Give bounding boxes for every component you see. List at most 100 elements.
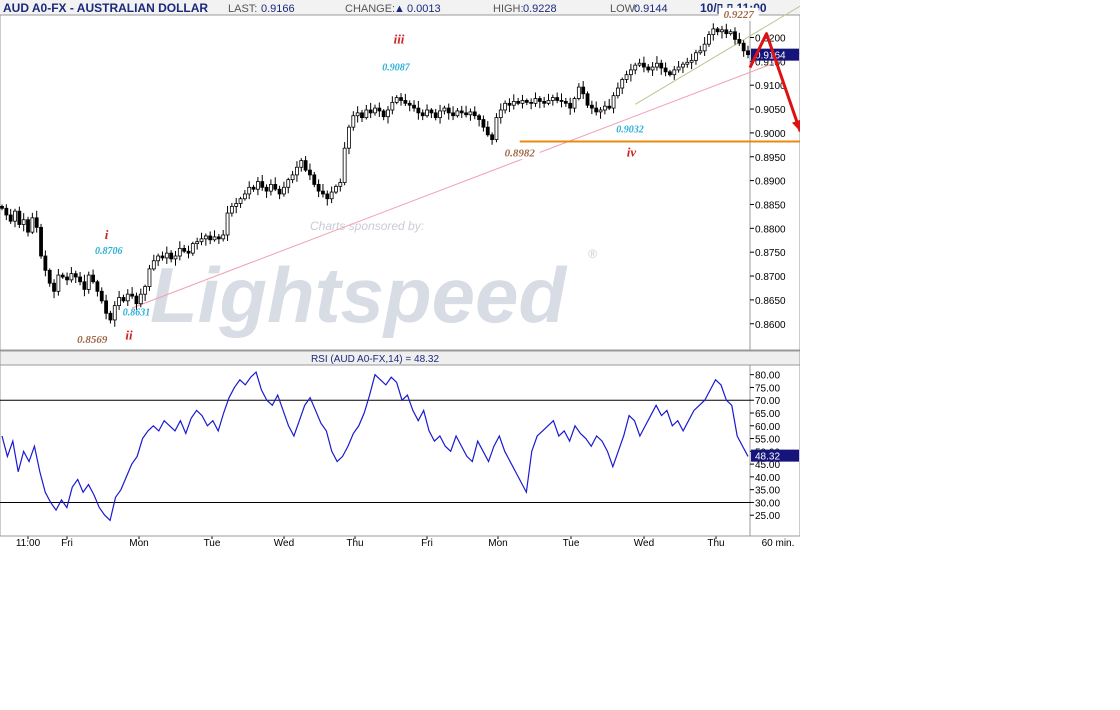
candle-body <box>251 186 256 190</box>
candle-body <box>563 101 568 104</box>
candle-body <box>737 38 742 44</box>
annotation-label: i <box>105 227 109 242</box>
time-axis: 60 min. 11:00 Fri Mon Tue Wed Thu Fri Mon Tue Wed… <box>0 535 800 549</box>
candle-body <box>160 255 165 259</box>
candle-body <box>0 205 4 209</box>
candle-body <box>468 111 473 116</box>
candle-body <box>78 276 82 283</box>
candle-body <box>334 185 338 193</box>
time-tick-label: Mon <box>129 538 148 549</box>
candle-body <box>377 107 382 112</box>
candle-body <box>546 100 551 104</box>
candle-body <box>312 174 317 185</box>
candle-body <box>602 105 607 111</box>
candle-body <box>182 247 187 252</box>
candle-body <box>177 247 182 257</box>
candle-body <box>173 255 178 260</box>
candle-body <box>195 241 200 244</box>
candle-body <box>620 79 625 89</box>
annotation-label: 0.9032 <box>616 124 644 135</box>
candle-body <box>8 214 13 222</box>
candle-body <box>594 107 599 113</box>
candle-body <box>216 236 221 240</box>
candle-body <box>99 290 104 302</box>
high-label: HIGH: <box>493 3 524 15</box>
last-price-label: 0.9164 <box>755 51 786 62</box>
rsi-tick-label: 55.00 <box>755 435 780 446</box>
candle-body <box>260 181 265 188</box>
annotation-label: 0.9227 <box>724 9 755 21</box>
price-chart: AUD A0-FX - AUSTRALIAN DOLLAR LAST: 0.91… <box>0 0 800 549</box>
candle-body <box>694 52 698 61</box>
candle-body <box>390 101 395 111</box>
candle-body <box>290 174 295 181</box>
symbol-title: AUD A0-FX - AUSTRALIAN DOLLAR <box>3 1 208 15</box>
candle-body <box>550 97 555 101</box>
time-tick-label: Mon <box>488 538 507 549</box>
candle-body <box>368 109 373 114</box>
rsi-panel: RSI (AUD A0-FX,14) = 48.32 80.0075.00 70.… <box>0 350 800 537</box>
rsi-tick-label: 25.00 <box>755 511 780 522</box>
candle-body <box>21 219 26 225</box>
candle-body <box>477 115 481 120</box>
candle-body <box>316 184 321 192</box>
candle-body <box>455 110 460 117</box>
candle-body <box>663 67 668 73</box>
candle-body <box>39 226 43 257</box>
candle-body <box>633 64 638 71</box>
candle-body <box>715 28 720 33</box>
candle-body <box>69 273 74 281</box>
annotation-label: ii <box>125 328 133 343</box>
candle-body <box>676 66 681 71</box>
price-tick-label: 0.8850 <box>755 200 786 211</box>
annotation-label: 0.8982 <box>505 147 536 159</box>
rsi-frame <box>0 364 800 537</box>
candle-body <box>416 107 421 114</box>
candle-body <box>277 188 282 195</box>
candle-body <box>56 274 61 292</box>
low-value: 0.9144 <box>634 3 668 15</box>
candle-body <box>728 31 733 35</box>
time-tick-label: Thu <box>346 538 363 549</box>
candle-body <box>130 293 135 297</box>
candle-body <box>364 109 369 119</box>
candle-body <box>568 102 573 109</box>
candle-body <box>73 273 78 278</box>
candle-body <box>637 62 642 66</box>
candle-body <box>65 276 69 281</box>
time-tick-label: Fri <box>61 538 73 549</box>
candle-body <box>82 281 87 290</box>
candle-body <box>707 34 711 45</box>
candle-body <box>503 102 508 111</box>
candle-body <box>342 147 347 183</box>
candle-body <box>34 217 39 228</box>
rsi-title: RSI (AUD A0-FX,14) = 48.32 <box>311 354 440 365</box>
candle-body <box>169 252 174 260</box>
candle-body <box>628 69 633 76</box>
time-tick-label: Tue <box>204 538 221 549</box>
annotation-label: iii <box>394 32 405 47</box>
annotation-label: 0.9087 <box>382 62 411 73</box>
rsi-tick-label: 35.00 <box>755 486 780 497</box>
candle-body <box>429 109 434 114</box>
candle-body <box>576 86 581 99</box>
candle-body <box>516 101 521 104</box>
candle-body <box>537 98 542 102</box>
candle-body <box>112 305 117 321</box>
rsi-tick-label: 65.00 <box>755 409 780 420</box>
candle-body <box>689 59 694 63</box>
candle-body <box>425 109 429 117</box>
candle-body <box>498 109 503 119</box>
candle-body <box>555 97 560 101</box>
candle-body <box>60 274 65 278</box>
candle-body <box>321 190 325 195</box>
registered-mark: ® <box>588 247 597 261</box>
candle-body <box>438 110 442 119</box>
candle-body <box>681 63 685 68</box>
price-tick-label: 0.8750 <box>755 248 786 259</box>
change-up-icon: ▲ <box>394 3 405 15</box>
candle-body <box>229 205 234 214</box>
candle-body <box>529 101 534 104</box>
candle-body <box>373 107 377 114</box>
candle-body <box>325 193 330 200</box>
